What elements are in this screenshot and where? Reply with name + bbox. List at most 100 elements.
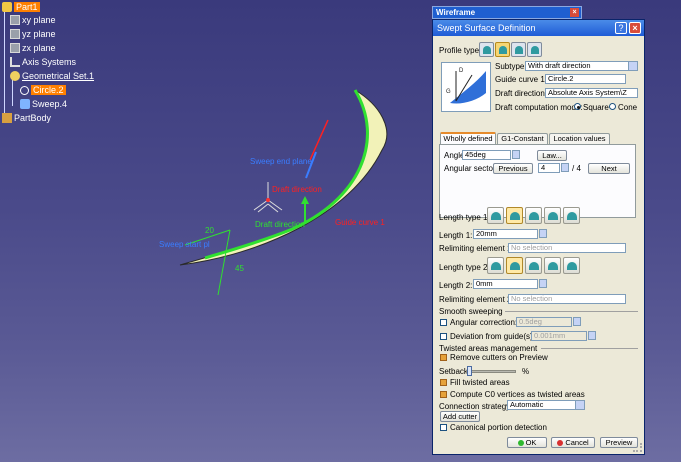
from-extremum-icon bbox=[548, 212, 558, 220]
tree-node-axis-systems[interactable]: Axis Systems bbox=[10, 56, 76, 68]
close-icon[interactable]: × bbox=[570, 8, 579, 17]
cancel-button[interactable]: Cancel bbox=[551, 437, 595, 448]
profile-circle-button[interactable] bbox=[511, 42, 526, 57]
draft-mode-cone-radio[interactable] bbox=[609, 103, 616, 110]
fill-twisted-checkbox[interactable] bbox=[440, 379, 447, 386]
sector-field[interactable]: 4 bbox=[538, 163, 560, 173]
compute-c0-checkbox[interactable] bbox=[440, 391, 447, 398]
smooth-sweeping-label: Smooth sweeping bbox=[439, 307, 503, 316]
length-type1-standard-button[interactable] bbox=[506, 207, 523, 224]
draft-mode-square-label: Square bbox=[583, 103, 609, 112]
previous-button[interactable]: Previous bbox=[493, 163, 533, 174]
tree-node-label: Geometrical Set.1 bbox=[22, 71, 95, 81]
length-type1-along-surface-button[interactable] bbox=[563, 207, 580, 224]
geometrical-set-icon bbox=[10, 71, 20, 81]
plane-icon bbox=[10, 29, 20, 39]
connection-strategy-combo[interactable]: Automatic bbox=[507, 400, 585, 410]
length1-label: Length 1: bbox=[439, 231, 473, 240]
angular-correction-field[interactable]: 0.5deg bbox=[516, 317, 572, 327]
add-cutter-button[interactable]: Add cutter bbox=[440, 411, 480, 422]
length2-spinner[interactable] bbox=[539, 279, 547, 288]
deviation-spinner[interactable] bbox=[588, 331, 596, 340]
draft-mode-square-radio[interactable] bbox=[574, 103, 581, 110]
tab-g1-constant[interactable]: G1-Constant bbox=[497, 133, 548, 144]
next-button[interactable]: Next bbox=[588, 163, 630, 174]
profile-conic-button[interactable] bbox=[527, 42, 542, 57]
deviation-label: Deviation from guide(s): bbox=[450, 332, 535, 341]
subtype-combo[interactable]: With draft direction bbox=[525, 61, 638, 71]
relimiting1-field[interactable]: No selection bbox=[508, 243, 626, 253]
axis-system-icon bbox=[10, 57, 20, 67]
angle-dimension-line bbox=[217, 229, 231, 296]
dialog-titlebar[interactable]: Swept Surface Definition ? × bbox=[433, 20, 644, 36]
tree-node-circle[interactable]: Circle.2 bbox=[20, 84, 66, 96]
sweep-icon bbox=[20, 99, 30, 109]
relimiting2-field[interactable]: No selection bbox=[508, 294, 626, 304]
angle-field[interactable]: 45deg bbox=[462, 150, 511, 160]
from-extremum-icon bbox=[548, 262, 558, 270]
section-divider bbox=[505, 311, 638, 312]
length-type1-from-curve-button[interactable] bbox=[487, 207, 504, 224]
chevron-down-icon[interactable] bbox=[575, 401, 584, 409]
length-type1-from-extremum-button[interactable] bbox=[544, 207, 561, 224]
close-icon[interactable]: × bbox=[629, 22, 641, 34]
length-type2-standard-button[interactable] bbox=[506, 257, 523, 274]
cancel-icon bbox=[557, 440, 564, 447]
remove-cutters-label: Remove cutters on Preview bbox=[450, 353, 548, 362]
tree-node-xy-plane[interactable]: xy plane bbox=[10, 14, 56, 26]
ok-button[interactable]: OK bbox=[507, 437, 547, 448]
angle-spinner[interactable] bbox=[512, 150, 520, 159]
angular-correction-spinner[interactable] bbox=[573, 317, 581, 326]
tab-location-values[interactable]: Location values bbox=[549, 133, 610, 144]
tree-node-yz-plane[interactable]: yz plane bbox=[10, 28, 56, 40]
fill-twisted-label: Fill twisted areas bbox=[450, 378, 510, 387]
ok-icon bbox=[517, 440, 524, 447]
canonical-portion-checkbox[interactable] bbox=[440, 424, 447, 431]
tree-node-zx-plane[interactable]: zx plane bbox=[10, 42, 56, 54]
chevron-down-icon[interactable] bbox=[628, 62, 637, 70]
setback-slider-thumb[interactable] bbox=[467, 366, 473, 376]
section-divider bbox=[541, 348, 638, 349]
compute-c0-label: Compute C0 vertices as twisted areas bbox=[450, 390, 585, 399]
deviation-field[interactable]: 0.001mm bbox=[531, 331, 587, 341]
length-type2-along-surface-button[interactable] bbox=[563, 257, 580, 274]
resize-grip-icon[interactable] bbox=[633, 443, 642, 452]
remove-cutters-checkbox[interactable] bbox=[440, 354, 447, 361]
tree-node-sweep[interactable]: Sweep.4 bbox=[20, 98, 67, 110]
tree-node-partbody[interactable]: PartBody bbox=[2, 112, 51, 124]
standard-length-icon bbox=[510, 262, 520, 270]
length1-field[interactable]: 20mm bbox=[473, 229, 538, 239]
3d-viewport[interactable] bbox=[150, 80, 410, 310]
label-sweep-start-plane: Sweep start pl bbox=[159, 240, 210, 249]
length1-spinner[interactable] bbox=[539, 229, 547, 238]
profile-explicit-button[interactable] bbox=[479, 42, 494, 57]
tree-node-label: PartBody bbox=[14, 113, 52, 123]
deviation-checkbox[interactable] bbox=[440, 333, 447, 340]
law-button[interactable]: Law... bbox=[537, 150, 567, 161]
ok-label: OK bbox=[525, 438, 537, 447]
tree-node-part[interactable]: Part1 bbox=[2, 1, 40, 13]
connection-strategy-value: Automatic bbox=[510, 400, 544, 409]
length-type2-from-curve-button[interactable] bbox=[487, 257, 504, 274]
angular-correction-checkbox[interactable] bbox=[440, 319, 447, 326]
plane-icon bbox=[10, 15, 20, 25]
twisted-areas-label: Twisted areas management bbox=[439, 344, 538, 353]
length-type1-label: Length type 1: bbox=[439, 213, 490, 222]
length-type2-from-to-button[interactable] bbox=[525, 257, 542, 274]
wireframe-toolbar[interactable]: Wireframe × bbox=[432, 6, 582, 19]
tree-node-label: Circle.2 bbox=[31, 85, 66, 95]
tab-wholly-defined[interactable]: Wholly defined bbox=[440, 132, 496, 144]
setback-slider[interactable] bbox=[466, 370, 516, 373]
draft-direction-field[interactable]: Absolute Axis System\Z bbox=[545, 88, 638, 98]
sector-spinner[interactable] bbox=[561, 163, 569, 172]
from-curve-icon bbox=[491, 262, 501, 270]
arrow-head-icon bbox=[301, 196, 309, 204]
profile-line-button[interactable] bbox=[495, 42, 510, 57]
subtype-diagram-icon: G D bbox=[446, 68, 486, 104]
tree-node-geometrical-set[interactable]: Geometrical Set.1 bbox=[10, 70, 94, 82]
help-icon[interactable]: ? bbox=[615, 22, 627, 34]
length2-field[interactable]: 0mm bbox=[473, 279, 538, 289]
length-type2-from-extremum-button[interactable] bbox=[544, 257, 561, 274]
length-type1-from-to-button[interactable] bbox=[525, 207, 542, 224]
guide-curve-field[interactable]: Circle.2 bbox=[545, 74, 626, 84]
